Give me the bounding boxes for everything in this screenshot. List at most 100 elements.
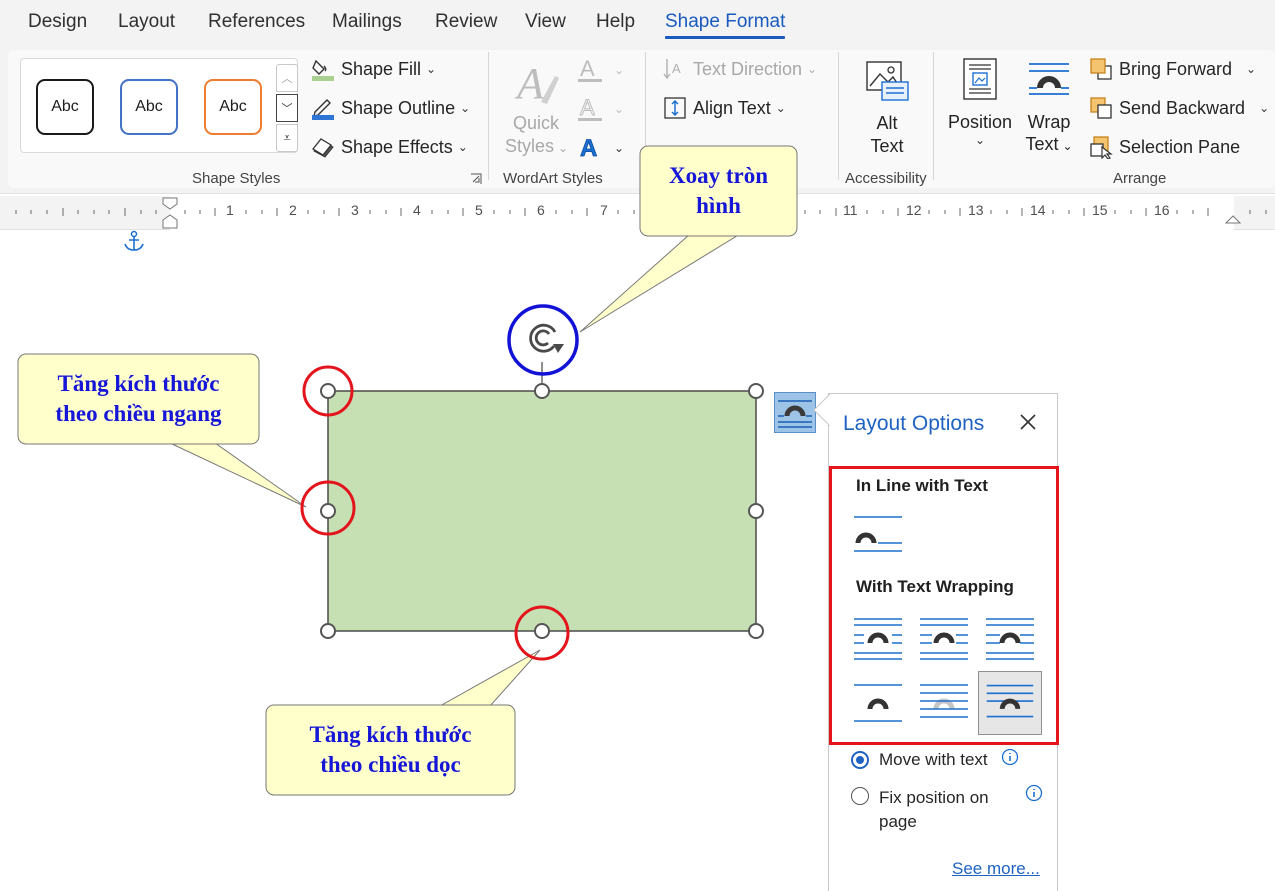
svg-text:A: A bbox=[580, 56, 595, 81]
svg-text:A: A bbox=[580, 95, 595, 120]
align-text-button[interactable]: Align Text ⌄ bbox=[663, 96, 786, 120]
text-effects-button[interactable]: A ⌄ bbox=[578, 134, 628, 169]
fix-position-label: Fix position on page bbox=[879, 788, 989, 831]
wrap-top-bottom-icon[interactable] bbox=[846, 671, 910, 735]
text-direction-label: Text Direction bbox=[693, 58, 803, 79]
text-fill-icon: A ⌄ bbox=[578, 56, 624, 82]
send-backward-label: Send Backward bbox=[1119, 97, 1246, 118]
text-outline-button[interactable]: A ⌄ bbox=[578, 95, 628, 130]
send-backward-button[interactable]: Send Backward ⌄ bbox=[1089, 96, 1269, 120]
fix-position-radio[interactable]: Fix position on page bbox=[851, 786, 1011, 834]
group-label-wordart-styles: WordArt Styles bbox=[503, 170, 603, 187]
chevron-down-icon: ⌄ bbox=[426, 62, 437, 76]
shape-outline-button[interactable]: Shape Outline ⌄ bbox=[311, 96, 470, 120]
chevron-up-icon: ︿ bbox=[281, 73, 293, 85]
position-button[interactable]: Position ⌄ bbox=[946, 56, 1014, 147]
paint-bucket-icon bbox=[312, 59, 334, 81]
pen-outline-icon bbox=[312, 99, 334, 120]
quick-styles-label-2: Styles ⌄ bbox=[505, 136, 569, 156]
tab-design[interactable]: Design bbox=[28, 11, 87, 33]
group-label-arrange: Arrange bbox=[1113, 170, 1167, 187]
wrap-text-button[interactable]: Wrap Text ⌄ bbox=[1021, 56, 1077, 157]
shape-styles-gallery: Abc Abc Abc bbox=[20, 58, 298, 153]
position-icon bbox=[963, 58, 997, 100]
wrap-behind-text-icon[interactable] bbox=[912, 671, 976, 735]
group-label-shape-styles: Shape Styles bbox=[192, 170, 281, 187]
bring-forward-label: Bring Forward bbox=[1119, 58, 1233, 79]
shape-fill-label: Shape Fill bbox=[341, 58, 422, 79]
gallery-scroll-down-button[interactable]: ﹀ bbox=[276, 94, 298, 122]
text-effects-icon: A ⌄ bbox=[580, 135, 624, 163]
layout-options-panel: Layout Options In Line with Text With Te… bbox=[814, 393, 1059, 891]
send-backward-icon bbox=[1090, 97, 1112, 119]
wrap-through-icon[interactable] bbox=[978, 605, 1042, 669]
bring-forward-button[interactable]: Bring Forward ⌄ bbox=[1089, 57, 1256, 81]
chevron-down-icon: ⌄ bbox=[460, 101, 471, 115]
shape-fill-button[interactable]: Shape Fill ⌄ bbox=[311, 57, 436, 81]
svg-text:⌄: ⌄ bbox=[614, 102, 624, 116]
wrap-text-label-1: Wrap bbox=[1027, 112, 1071, 132]
anchor-icon[interactable] bbox=[122, 230, 146, 252]
alt-text-label-2: Text bbox=[870, 136, 904, 156]
style-preset-orange[interactable]: Abc bbox=[204, 79, 262, 135]
info-icon[interactable] bbox=[1001, 748, 1019, 766]
selection-pane-button[interactable]: Selection Pane bbox=[1089, 135, 1240, 159]
bring-forward-icon bbox=[1090, 58, 1112, 80]
tab-help[interactable]: Help bbox=[596, 11, 635, 33]
wrap-square-icon[interactable] bbox=[846, 605, 910, 669]
alt-text-button[interactable]: Alt Text bbox=[856, 58, 918, 157]
wrap-options-highlight: In Line with Text With Text Wrapping bbox=[829, 466, 1059, 745]
gallery-scroll-up-button[interactable]: ︿ bbox=[276, 64, 298, 92]
alt-text-label-1: Alt bbox=[876, 113, 898, 133]
move-with-text-radio[interactable]: Move with text bbox=[851, 750, 988, 770]
tab-layout[interactable]: Layout bbox=[118, 11, 175, 33]
svg-text:A: A bbox=[514, 59, 545, 106]
wrap-in-front-icon bbox=[986, 684, 1034, 718]
tab-shape-format[interactable]: Shape Format bbox=[665, 11, 786, 39]
text-fill-button[interactable]: A ⌄ bbox=[578, 56, 628, 91]
radio-unselected-icon bbox=[851, 787, 869, 805]
ruler-ticks bbox=[15, 196, 1267, 230]
layout-options-icon bbox=[778, 400, 812, 428]
horizontal-ruler[interactable]: 1 2 3 4 5 6 7 11 12 13 14 15 16 bbox=[0, 196, 1275, 230]
align-text-label: Align Text bbox=[693, 97, 771, 118]
shape-effects-button[interactable]: Shape Effects ⌄ bbox=[311, 135, 468, 159]
panel-pointer bbox=[814, 394, 830, 426]
wrap-in-front-option[interactable] bbox=[978, 671, 1042, 735]
quick-styles-button[interactable]: A Quick Styles ⌄ bbox=[505, 58, 569, 159]
group-separator bbox=[838, 52, 839, 180]
tab-mailings[interactable]: Mailings bbox=[332, 11, 402, 33]
wrap-inline-icon[interactable] bbox=[846, 503, 910, 567]
dialog-launcher-icon[interactable] bbox=[470, 173, 482, 185]
tab-view[interactable]: View bbox=[525, 11, 566, 33]
layout-options-button[interactable] bbox=[774, 392, 816, 433]
ruler-number: 2 bbox=[289, 202, 297, 218]
style-preset-black[interactable]: Abc bbox=[36, 79, 94, 135]
ruler-number: 16 bbox=[1154, 202, 1170, 218]
ruler-number: 5 bbox=[475, 202, 483, 218]
wordart-quick-styles-icon: A bbox=[514, 59, 559, 108]
text-direction-button[interactable]: A Text Direction ⌄ bbox=[663, 57, 817, 81]
style-preset-blue[interactable]: Abc bbox=[120, 79, 178, 135]
svg-text:A: A bbox=[580, 135, 597, 162]
text-outline-icon: A ⌄ bbox=[578, 95, 624, 121]
see-more-link[interactable]: See more... bbox=[952, 859, 1040, 879]
more-icon: ⩡ bbox=[283, 130, 291, 145]
gallery-more-button[interactable]: ⩡ bbox=[276, 124, 298, 152]
tab-references[interactable]: References bbox=[208, 11, 305, 33]
document-canvas[interactable] bbox=[0, 231, 1275, 891]
callout-vertical-text: Tăng kích thước theo chiều dọc bbox=[309, 722, 472, 777]
wrap-text-label-2: Text ⌄ bbox=[1025, 134, 1073, 154]
close-icon[interactable] bbox=[1015, 409, 1041, 435]
tab-review[interactable]: Review bbox=[435, 11, 497, 33]
info-icon[interactable] bbox=[1025, 784, 1043, 802]
wrap-tight-icon[interactable] bbox=[912, 605, 976, 669]
ruler-number: 4 bbox=[413, 202, 421, 218]
group-separator bbox=[933, 52, 934, 180]
group-label-accessibility: Accessibility bbox=[845, 170, 927, 187]
shape-outline-label: Shape Outline bbox=[341, 97, 456, 118]
chevron-down-icon: ⌄ bbox=[775, 101, 786, 115]
ruler-number: 11 bbox=[843, 202, 858, 218]
wrapping-heading: With Text Wrapping bbox=[856, 577, 1014, 596]
ruler-number: 3 bbox=[351, 202, 359, 218]
